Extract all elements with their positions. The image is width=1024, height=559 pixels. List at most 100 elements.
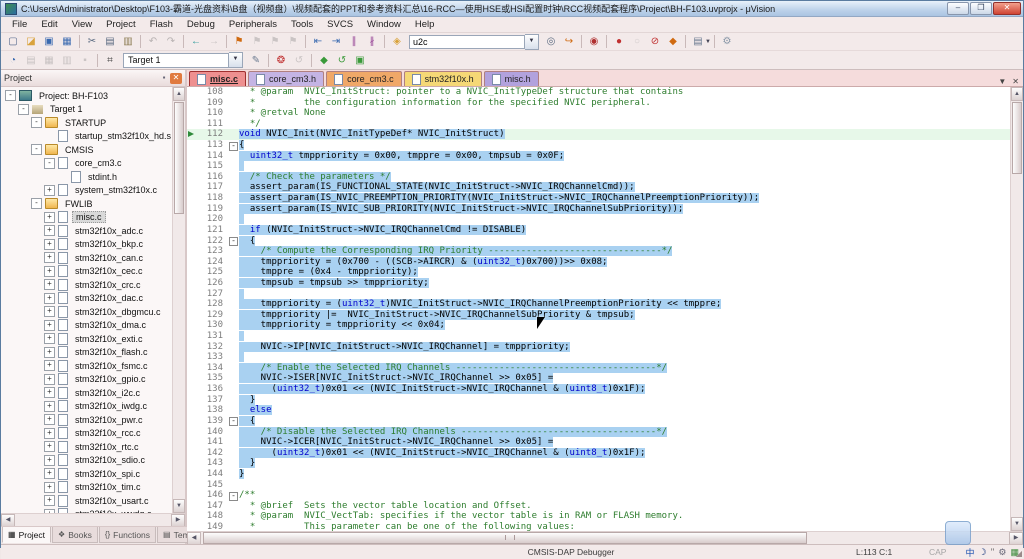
tree-item-stm32f10x-can-c[interactable]: +stm32f10x_can.c [1,251,172,265]
code-line-129[interactable]: 129 tmppriority |= NVIC_InitStruct->NVIC… [187,310,1010,321]
tree-item-stm32f10x-exti-c[interactable]: +stm32f10x_exti.c [1,332,172,346]
expand-icon[interactable]: + [44,428,55,439]
menu-item-debug[interactable]: Debug [180,18,222,31]
code-line-128[interactable]: 128 tmppriority = (uint32_t)NVIC_InitStr… [187,299,1010,310]
menu-item-window[interactable]: Window [360,18,408,31]
tree-item-stm32f10x-iwdg-c[interactable]: +stm32f10x_iwdg.c [1,400,172,414]
code-line-111[interactable]: 111 */ [187,119,1010,130]
fold-collapse-icon[interactable]: - [229,237,238,246]
bookmark-prev-icon[interactable]: ⚑ [248,33,266,50]
tree-item-stm32f10x-spi-c[interactable]: +stm32f10x_spi.c [1,467,172,481]
options-for-target-icon[interactable]: ✎ [247,52,265,69]
scroll-down-icon[interactable]: ▼ [173,499,185,513]
scroll-right-icon[interactable]: ▶ [1009,532,1023,545]
indent-left-icon[interactable]: ⇤ [309,33,327,50]
menu-item-help[interactable]: Help [408,18,442,31]
paste-icon[interactable]: ▥ [119,33,137,50]
code-area[interactable]: 108 * @param NVIC_InitStruct: pointer to… [187,87,1010,531]
tree-item-stdint-h[interactable]: +stdint.h [1,170,172,184]
expand-icon[interactable]: + [44,347,55,358]
code-line-122[interactable]: 122- { [187,236,1010,247]
batch-build-icon[interactable]: ▥ [58,52,76,69]
code-line-146[interactable]: 146-/** [187,490,1010,501]
tree-item-fwlib[interactable]: -FWLIB [1,197,172,211]
cut-icon[interactable]: ✂ [83,33,101,50]
target-select-value[interactable]: Target 1 [123,53,229,68]
scroll-thumb[interactable] [1012,102,1022,174]
expand-icon[interactable]: + [44,266,55,277]
tree-item-startup-stm32f10x-hd-s[interactable]: +startup_stm32f10x_hd.s [1,130,172,144]
save-all-icon[interactable]: ▦ [58,33,76,50]
menu-item-edit[interactable]: Edit [34,18,64,31]
stop-build-icon[interactable]: ▪ [76,52,94,69]
translate-file-icon[interactable]: ◔ [4,52,22,69]
tab-list-dropdown-icon[interactable]: ▼ [998,77,1006,86]
scroll-up-icon[interactable]: ▲ [173,87,185,101]
ime-float-icon[interactable] [945,521,971,545]
menu-item-file[interactable]: File [5,18,34,31]
redo-icon[interactable]: ↷ [162,33,180,50]
tree-item-stm32f10x-i2c-c[interactable]: +stm32f10x_i2c.c [1,386,172,400]
breakpoint-enable-all-icon[interactable]: ◆ [664,33,682,50]
code-line-131[interactable]: 131 [187,331,1010,342]
code-line-115[interactable]: 115 [187,161,1010,172]
ime-chinese-icon[interactable]: 中 [965,546,974,559]
code-line-121[interactable]: 121 if (NVIC_InitStruct->NVIC_IRQChannel… [187,225,1010,236]
menu-item-flash[interactable]: Flash [143,18,180,31]
code-line-126[interactable]: 126 tmpsub = tmpsub >> tmppriority; [187,278,1010,289]
tree-item-project-bh-f103[interactable]: -Project: BH-F103 [1,89,172,103]
copy-icon[interactable]: ▤ [101,33,119,50]
expand-icon[interactable]: + [44,414,55,425]
tree-item-misc-c[interactable]: +misc.c [1,211,172,225]
tree-item-stm32f10x-bkp-c[interactable]: +stm32f10x_bkp.c [1,238,172,252]
expand-icon[interactable]: + [44,441,55,452]
code-line-140[interactable]: 140 /* Disable the Selected IRQ Channels… [187,427,1010,438]
scroll-thumb[interactable] [174,102,184,214]
panel-close-icon[interactable]: ✕ [170,73,182,84]
tree-item-core-cm3-c[interactable]: -core_cm3.c [1,157,172,171]
breakpoint-toggle-icon[interactable]: ● [610,33,628,50]
minimize-button[interactable]: – [947,2,969,15]
code-line-114[interactable]: 114 uint32_t tmppriority = 0x00, tmppre … [187,151,1010,162]
expand-icon[interactable]: + [44,212,55,223]
expand-icon[interactable]: + [44,482,55,493]
expand-icon[interactable]: + [44,252,55,263]
code-line-136[interactable]: 136 (uint32_t)0x01 << (NVIC_InitStruct->… [187,384,1010,395]
collapse-icon[interactable]: - [31,117,42,128]
menu-item-project[interactable]: Project [99,18,143,31]
code-line-133[interactable]: 133 [187,352,1010,363]
document-tab-core_cm3-h[interactable]: core_cm3.h [248,71,324,86]
expand-icon[interactable]: + [44,455,55,466]
expand-icon[interactable]: + [44,225,55,236]
tree-item-target-1[interactable]: -Target 1 [1,103,172,117]
pack-installer-icon[interactable]: ▣ [351,52,369,69]
collapse-icon[interactable]: - [5,90,16,101]
tree-item-stm32f10x-tim-c[interactable]: +stm32f10x_tim.c [1,481,172,495]
code-line-135[interactable]: 135 NVIC->ISER[NVIC_InitStruct->NVIC_IRQ… [187,373,1010,384]
menu-item-svcs[interactable]: SVCS [320,18,360,31]
resize-grip-icon[interactable]: ◢ [1016,549,1022,558]
tree-item-stm32f10x-usart-c[interactable]: +stm32f10x_usart.c [1,494,172,508]
code-line-145[interactable]: 145 [187,480,1010,491]
expand-icon[interactable]: + [44,279,55,290]
document-tab-misc-h[interactable]: misc.h [484,71,539,86]
collapse-icon[interactable]: - [31,198,42,209]
breakpoint-disable-icon[interactable]: ⊘ [646,33,664,50]
save-icon[interactable]: ▣ [40,33,58,50]
code-line-141[interactable]: 141 NVIC->ICER[NVIC_InitStruct->NVIC_IRQ… [187,437,1010,448]
code-line-130[interactable]: 130 tmppriority = tmppriority << 0x04; [187,320,1010,331]
manage-run-time-icon[interactable]: ↺ [333,52,351,69]
tree-item-stm32f10x-rcc-c[interactable]: +stm32f10x_rcc.c [1,427,172,441]
tree-item-system-stm32f10x-c[interactable]: +system_stm32f10x.c [1,184,172,198]
window-layout-icon-dropdown[interactable]: ▼ [705,39,711,45]
code-line-124[interactable]: 124 tmppriority = (0x700 - ((SCB->AIRCR)… [187,257,1010,268]
tree-item-cmsis[interactable]: -CMSIS [1,143,172,157]
insert-sequence-icon[interactable]: ◆ [315,52,333,69]
collapse-icon[interactable]: - [18,104,29,115]
pin-icon[interactable]: ▪ [158,73,170,84]
expand-icon[interactable]: + [44,306,55,317]
tree-item-stm32f10x-rtc-c[interactable]: +stm32f10x_rtc.c [1,440,172,454]
scroll-thumb[interactable] [203,532,807,544]
tree-item-stm32f10x-dbgmcu-c[interactable]: +stm32f10x_dbgmcu.c [1,305,172,319]
document-tab-core_cm3-c[interactable]: core_cm3.c [326,71,402,86]
